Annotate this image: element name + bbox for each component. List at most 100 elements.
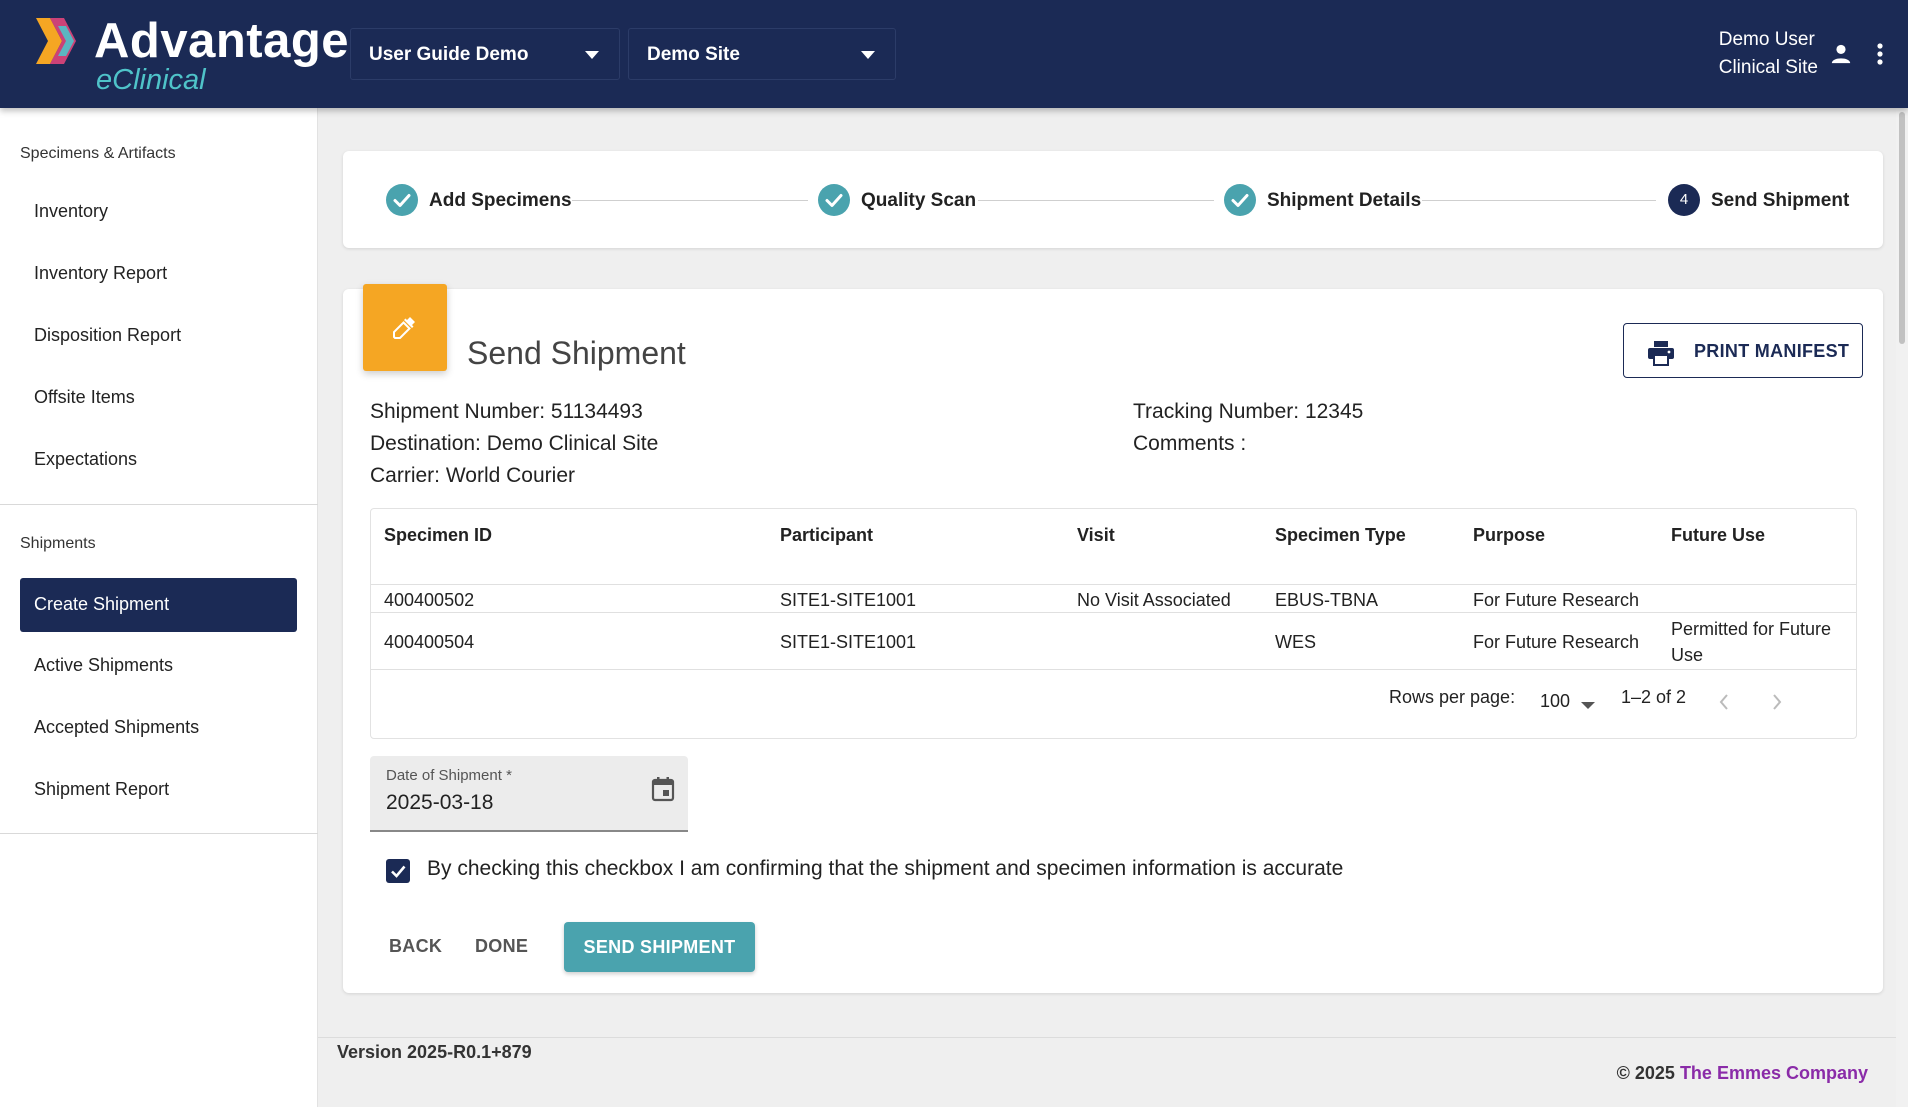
check-icon (386, 184, 418, 216)
sidebar-item-create-shipment[interactable]: Create Shipment (20, 578, 297, 632)
pagination-range: 1–2 of 2 (1621, 687, 1687, 707)
sidebar-item-label: Inventory (34, 201, 109, 221)
cell-visit: No Visit Associated (1077, 590, 1231, 610)
check-icon (818, 184, 850, 216)
sidebar-item-inventory-report[interactable]: Inventory Report (20, 247, 297, 301)
sidebar-divider (0, 504, 318, 505)
sidebar: Specimens & Artifacts Inventory Inventor… (0, 108, 318, 1107)
sidebar-divider (0, 833, 318, 834)
step-number: 4 (1668, 184, 1700, 216)
sidebar-item-label: Offsite Items (34, 387, 135, 407)
sidebar-item-label: Active Shipments (34, 655, 174, 675)
step-connector (572, 200, 808, 201)
checkmark-icon (391, 865, 406, 878)
destination: Destination: Demo Clinical Site (370, 432, 659, 455)
cell-purpose: For Future Research (1473, 590, 1640, 610)
date-of-shipment-field[interactable]: Date of Shipment * 2025-03-18 (370, 756, 688, 832)
copyright-year: © 2025 (1616, 1063, 1675, 1083)
step-label: Quality Scan (861, 190, 977, 211)
logo-chevron-icon (36, 18, 76, 64)
company-link[interactable]: The Emmes Company (1680, 1063, 1868, 1083)
top-app-bar: Advantage eClinical User Guide Demo Demo… (0, 0, 1908, 108)
cell-specimen-type: WES (1275, 632, 1317, 652)
specimen-table: Specimen ID Participant Visit Specimen T… (370, 508, 1857, 739)
print-manifest-label: PRINT MANIFEST (1694, 341, 1850, 361)
send-shipment-label: SEND SHIPMENT (583, 937, 736, 957)
step-label: Add Specimens (429, 190, 572, 211)
done-button[interactable]: DONE (475, 936, 528, 957)
chevron-right-icon[interactable] (1769, 692, 1785, 712)
chevron-left-icon[interactable] (1716, 692, 1732, 712)
sidebar-item-label: Disposition Report (34, 325, 182, 345)
app-logo[interactable]: Advantage eClinical (36, 14, 349, 98)
cell-specimen-id: 400400504 (384, 632, 475, 652)
user-name: Demo User (1718, 29, 1815, 50)
column-header-purpose[interactable]: Purpose (1473, 525, 1545, 546)
logo-title: Advantage (94, 14, 350, 68)
sidebar-item-label: Accepted Shipments (34, 717, 200, 737)
cell-future-use: Permitted for Future Use (1671, 619, 1832, 665)
rows-per-page-select[interactable]: 100 (1540, 691, 1570, 712)
date-of-shipment-label: Date of Shipment * (386, 767, 512, 784)
sidebar-item-disposition-report[interactable]: Disposition Report (20, 309, 297, 363)
sidebar-item-label: Inventory Report (34, 263, 168, 283)
shipment-info-right: Tracking Number: 12345 Comments : (1133, 396, 1363, 460)
footer-divider (318, 1037, 1896, 1038)
column-header-future-use[interactable]: Future Use (1671, 525, 1765, 546)
chevron-down-icon (585, 51, 599, 59)
study-selector[interactable]: User Guide Demo (350, 28, 620, 80)
cell-specimen-type: EBUS-TBNA (1275, 590, 1379, 610)
rows-per-page-label: Rows per page: (1389, 687, 1516, 707)
back-button[interactable]: BACK (389, 936, 442, 957)
site-selector[interactable]: Demo Site (628, 28, 896, 80)
step-label: Shipment Details (1267, 190, 1422, 211)
sidebar-item-expectations[interactable]: Expectations (20, 433, 297, 487)
column-header-specimen-type[interactable]: Specimen Type (1275, 525, 1406, 546)
sidebar-item-label: Expectations (34, 449, 138, 469)
eyedropper-icon (393, 317, 415, 339)
site-selector-value: Demo Site (647, 44, 740, 65)
copyright: © 2025 The Emmes Company (1617, 1063, 1868, 1084)
confirm-checkbox-label[interactable]: By checking this checkbox I am confirmin… (427, 857, 1343, 881)
printer-icon (1648, 341, 1674, 366)
step-label: Send Shipment (1711, 190, 1850, 211)
comments: Comments : (1133, 432, 1247, 455)
column-header-visit[interactable]: Visit (1077, 525, 1115, 546)
calendar-icon[interactable] (651, 776, 675, 802)
table-divider (371, 612, 1856, 613)
check-icon (1224, 184, 1256, 216)
sidebar-item-inventory[interactable]: Inventory (20, 185, 297, 239)
cell-specimen-id: 400400502 (384, 590, 475, 610)
chevron-down-icon[interactable] (1581, 702, 1595, 709)
table-divider (371, 669, 1856, 670)
page-scrollbar[interactable] (1896, 108, 1908, 1107)
shipment-number: Shipment Number: 51134493 (370, 400, 643, 423)
cell-participant: SITE1-SITE1001 (780, 632, 917, 652)
sidebar-section-specimens: Specimens & Artifacts (20, 145, 176, 162)
send-shipment-button[interactable]: SEND SHIPMENT (564, 922, 755, 972)
sidebar-item-offsite-items[interactable]: Offsite Items (20, 371, 297, 425)
confirm-checkbox[interactable] (386, 859, 410, 883)
stepper: Add Specimens Quality Scan Shipment Deta… (343, 151, 1883, 248)
column-header-participant[interactable]: Participant (780, 525, 873, 546)
sidebar-item-shipment-report[interactable]: Shipment Report (20, 763, 297, 817)
logo-subtitle: eClinical (96, 64, 206, 96)
carrier: Carrier: World Courier (370, 464, 575, 487)
account-icon[interactable] (1830, 42, 1852, 66)
column-header-specimen-id[interactable]: Specimen ID (384, 525, 492, 546)
cell-participant: SITE1-SITE1001 (780, 590, 917, 610)
table-divider (371, 584, 1856, 585)
print-manifest-button[interactable]: PRINT MANIFEST (1623, 323, 1863, 378)
shipment-info-left: Shipment Number: 51134493 Destination: D… (370, 396, 658, 492)
chevron-down-icon (861, 51, 875, 59)
sidebar-item-active-shipments[interactable]: Active Shipments (20, 639, 297, 693)
more-vertical-icon[interactable] (1876, 42, 1884, 66)
step-connector (1422, 200, 1656, 201)
app-version: Version 2025-R0.1+879 (337, 1042, 532, 1062)
card-header-icon (363, 284, 447, 371)
user-info: Demo User Clinical Site (1719, 26, 1818, 82)
scrollbar-thumb[interactable] (1899, 112, 1905, 344)
sidebar-item-accepted-shipments[interactable]: Accepted Shipments (20, 701, 297, 755)
sidebar-item-label: Shipment Report (34, 779, 170, 799)
user-role: Clinical Site (1718, 57, 1818, 78)
